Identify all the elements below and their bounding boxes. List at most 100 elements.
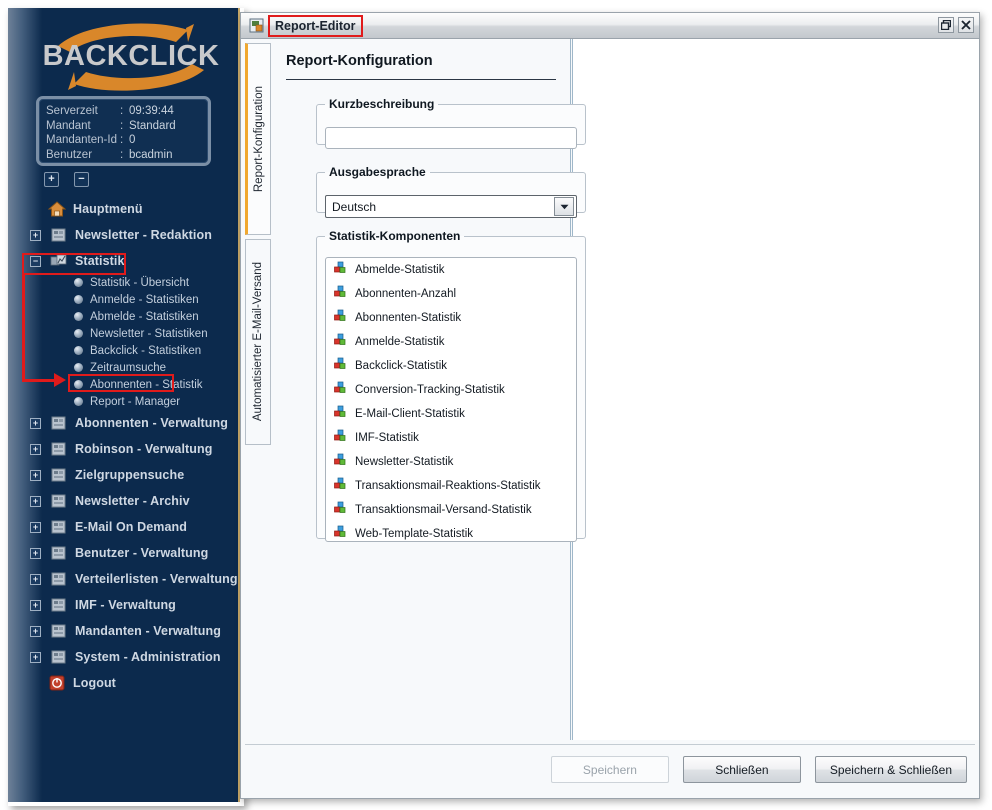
- restore-icon[interactable]: [938, 17, 954, 33]
- info-sep: :: [120, 105, 124, 117]
- sidebar-item-mandanten-verwaltung[interactable]: + Mandanten - Verwaltung: [8, 618, 238, 644]
- chevron-down-icon[interactable]: [554, 197, 574, 216]
- report-window-icon: [249, 18, 265, 34]
- power-icon: [48, 675, 66, 691]
- expand-toggle-icon[interactable]: +: [30, 495, 41, 507]
- sidebar-item-newsletter-redaktion[interactable]: + Newsletter - Redaktion: [8, 222, 238, 248]
- sidebar-subitem-report-manager[interactable]: Report - Manager: [74, 393, 238, 410]
- list-item-label: Abonnenten-Statistik: [355, 312, 462, 324]
- sidebar-nav: Hauptmenü + Newsletter - Redaktion − Sta…: [8, 196, 238, 696]
- expand-all-button[interactable]: +: [44, 172, 59, 187]
- collapse-toggle-icon[interactable]: −: [30, 255, 41, 267]
- sidebar-item-email-on-demand[interactable]: + E-Mail On Demand: [8, 514, 238, 540]
- sidebar-item-label: Abonnenten - Verwaltung: [75, 416, 228, 430]
- sidebar-item-system-administration[interactable]: + System - Administration: [8, 644, 238, 670]
- sidebar-subitem-anmelde-statistiken[interactable]: Anmelde - Statistiken: [74, 291, 238, 308]
- list-item[interactable]: Conversion-Tracking-Statistik: [326, 378, 576, 402]
- list-item-label: Web-Template-Statistik: [355, 528, 474, 540]
- folder-icon: [50, 441, 68, 457]
- folder-icon: [50, 493, 68, 509]
- sidebar-item-logout[interactable]: Logout: [8, 670, 238, 696]
- bullet-icon: [74, 278, 83, 287]
- save-and-close-button[interactable]: Speichern & Schließen: [814, 756, 967, 783]
- bar-chart-icon: [334, 261, 348, 280]
- sidebar-subitem-abmelde-statistiken[interactable]: Abmelde - Statistiken: [74, 308, 238, 325]
- sidebar-item-label: Hauptmenü: [73, 202, 143, 216]
- expand-toggle-icon[interactable]: +: [30, 547, 41, 559]
- list-item[interactable]: Web-Template-Statistik: [326, 522, 576, 542]
- sidebar-subitem-zeitraumsuche[interactable]: Zeitraumsuche: [74, 359, 238, 376]
- bullet-icon: [74, 346, 83, 355]
- tab-automatisierter-email-versand[interactable]: Automatisierter E-Mail-Versand: [245, 239, 271, 445]
- list-item[interactable]: Abonnenten-Anzahl: [326, 282, 576, 306]
- ausgabesprache-selected-value: Deutsch: [332, 199, 377, 214]
- list-item-label: IMF-Statistik: [355, 432, 419, 444]
- sidebar-item-newsletter-archiv[interactable]: + Newsletter - Archiv: [8, 488, 238, 514]
- tab-label: Report-Konfiguration: [253, 85, 265, 193]
- backclick-logo[interactable]: BACKCLICK: [36, 20, 226, 94]
- list-item[interactable]: IMF-Statistik: [326, 426, 576, 450]
- sidebar-subitem-newsletter-statistiken[interactable]: Newsletter - Statistiken: [74, 325, 238, 342]
- expand-toggle-icon[interactable]: +: [30, 651, 41, 663]
- window-title: Report-Editor: [268, 14, 363, 37]
- expand-toggle-icon[interactable]: +: [30, 229, 41, 241]
- sidebar-item-label: System - Administration: [75, 650, 221, 664]
- statistics-icon: [50, 253, 68, 269]
- list-item[interactable]: Backclick-Statistik: [326, 354, 576, 378]
- expand-toggle-icon[interactable]: +: [30, 625, 41, 637]
- list-item[interactable]: Abonnenten-Statistik: [326, 306, 576, 330]
- sidebar-item-abonnenten-verwaltung[interactable]: + Abonnenten - Verwaltung: [8, 410, 238, 436]
- sidebar-submenu-statistik: Statistik - Übersicht Anmelde - Statisti…: [8, 274, 238, 410]
- list-item[interactable]: Abmelde-Statistik: [326, 258, 576, 282]
- sidebar-subitem-abonnenten-statistik[interactable]: Abonnenten - Statistik: [74, 376, 238, 393]
- info-value: Standard: [129, 119, 176, 132]
- close-button[interactable]: Schließen: [682, 756, 801, 783]
- kurzbeschreibung-group: Kurzbeschreibung: [316, 97, 586, 149]
- bar-chart-icon: [334, 477, 348, 496]
- statistik-komponenten-list[interactable]: Abmelde-Statistik Abonnenten-Anzahl Abon…: [325, 257, 577, 542]
- ausgabesprache-legend: Ausgabesprache: [329, 165, 426, 179]
- list-item[interactable]: Anmelde-Statistik: [326, 330, 576, 354]
- sidebar-item-label: E-Mail On Demand: [75, 520, 188, 534]
- sidebar-item-statistik[interactable]: − Statistik: [8, 248, 238, 274]
- folder-icon: [50, 545, 68, 561]
- report-editor-window: Report-Editor Report-Konfiguration Autom…: [240, 12, 980, 799]
- save-button[interactable]: Speichern: [550, 756, 669, 783]
- sidebar-item-robinson-verwaltung[interactable]: + Robinson - Verwaltung: [8, 436, 238, 462]
- collapse-all-button[interactable]: −: [74, 172, 89, 187]
- info-sep: :: [120, 134, 124, 147]
- list-item[interactable]: Transaktionsmail-Versand-Statistik: [326, 498, 576, 522]
- sidebar-item-zielgruppensuche[interactable]: + Zielgruppensuche: [8, 462, 238, 488]
- list-item[interactable]: Transaktionsmail-Reaktions-Statistik: [326, 474, 576, 498]
- expand-toggle-icon[interactable]: +: [30, 469, 41, 481]
- folder-icon: [50, 227, 68, 243]
- expand-toggle-icon[interactable]: +: [30, 417, 41, 429]
- expand-toggle-icon[interactable]: +: [30, 573, 41, 585]
- list-item[interactable]: Newsletter-Statistik: [326, 450, 576, 474]
- list-item-label: Conversion-Tracking-Statistik: [355, 384, 505, 396]
- expand-toggle-icon[interactable]: +: [30, 443, 41, 455]
- window-titlebar[interactable]: Report-Editor: [241, 13, 979, 39]
- close-icon[interactable]: [958, 17, 974, 33]
- sidebar-item-benutzer-verwaltung[interactable]: + Benutzer - Verwaltung: [8, 540, 238, 566]
- info-key: Serverzeit: [46, 105, 98, 117]
- list-item-label: Transaktionsmail-Versand-Statistik: [355, 504, 532, 516]
- sidebar-item-verteilerlisten-verwaltung[interactable]: + Verteilerlisten - Verwaltung: [8, 566, 238, 592]
- bar-chart-icon: [334, 381, 348, 400]
- expand-toggle-icon[interactable]: +: [30, 599, 41, 611]
- expand-toggle-icon[interactable]: +: [30, 521, 41, 533]
- list-item[interactable]: E-Mail-Client-Statistik: [326, 402, 576, 426]
- kurzbeschreibung-input[interactable]: [325, 127, 577, 149]
- tab-report-konfiguration[interactable]: Report-Konfiguration: [245, 43, 271, 235]
- sidebar-item-hauptmenu[interactable]: Hauptmenü: [8, 196, 238, 222]
- list-item-label: Backclick-Statistik: [355, 360, 448, 372]
- ausgabesprache-select[interactable]: Deutsch: [325, 195, 577, 218]
- bullet-icon: [74, 295, 83, 304]
- window-controls: [938, 17, 974, 33]
- dialog-footer: Speichern Schließen Speichern & Schließe…: [245, 744, 975, 794]
- sidebar-subitem-backclick-statistiken[interactable]: Backclick - Statistiken: [74, 342, 238, 359]
- sidebar-item-imf-verwaltung[interactable]: + IMF - Verwaltung: [8, 592, 238, 618]
- sidebar-subitem-statistik-uebersicht[interactable]: Statistik - Übersicht: [74, 274, 238, 291]
- bar-chart-icon: [334, 525, 348, 542]
- home-icon: [47, 201, 67, 217]
